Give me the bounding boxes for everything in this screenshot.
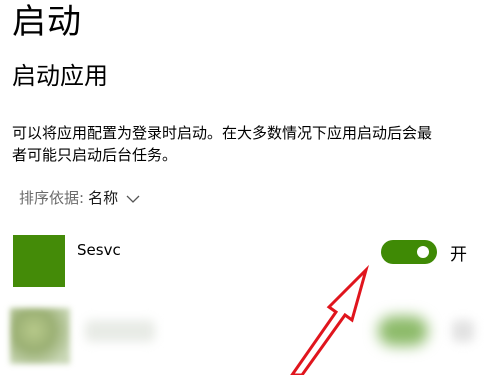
- page-title: 启动: [12, 2, 82, 42]
- blurred-app-name: [85, 320, 155, 342]
- app-name: Sesvc: [77, 241, 121, 259]
- startup-toggle[interactable]: [381, 240, 437, 264]
- sort-label: 排序依据:: [19, 189, 85, 207]
- blurred-app-tile: [10, 308, 70, 364]
- sort-dropdown[interactable]: 排序依据: 名称: [19, 188, 140, 208]
- chevron-down-icon: [126, 189, 140, 203]
- toggle-state-label: 开: [450, 245, 467, 265]
- blurred-app-row: [0, 300, 500, 375]
- sort-value: 名称: [88, 189, 119, 207]
- app-tile: [13, 235, 65, 287]
- description: 可以将应用配置为登录时启动。在大多数情况下应用启动后会最 者可能只启动后台任务。: [12, 122, 432, 166]
- blurred-state-label: [452, 320, 474, 342]
- section-title: 启动应用: [12, 62, 108, 90]
- description-line-1: 可以将应用配置为登录时启动。在大多数情况下应用启动后会最: [12, 124, 433, 142]
- blurred-toggle: [378, 316, 428, 346]
- app-row-sesvc: Sesvc 开: [13, 235, 493, 287]
- toggle-knob: [417, 246, 429, 258]
- description-line-2: 者可能只启动后台任务。: [12, 146, 178, 164]
